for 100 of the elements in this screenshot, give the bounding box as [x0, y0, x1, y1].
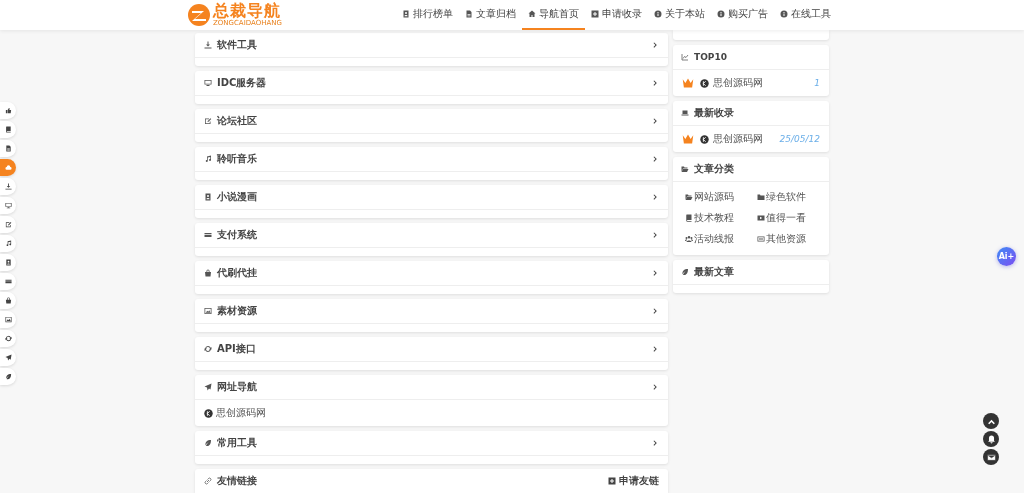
category-title[interactable]: 网址导航: [217, 380, 647, 394]
date-label: 25/05/12: [779, 134, 820, 144]
crown-icon: [682, 77, 694, 89]
line-chart-icon: [681, 53, 689, 61]
credit-card-icon: [4, 278, 12, 285]
chevron-right-icon[interactable]: [652, 231, 659, 239]
chevron-right-icon[interactable]: [652, 439, 659, 447]
category-title[interactable]: 支付系统: [217, 228, 647, 242]
nav-link[interactable]: 排行榜单: [396, 0, 459, 30]
side-nav-button[interactable]: [0, 273, 16, 290]
thumbs-up-icon: [4, 107, 12, 114]
chevron-right-icon[interactable]: [652, 117, 659, 125]
refresh-icon: [4, 335, 12, 342]
nav-link[interactable]: 导航首页: [522, 0, 585, 30]
contact-card-icon: [204, 193, 212, 201]
section-title: 文章分类: [694, 162, 734, 176]
crown-icon: [682, 133, 694, 145]
refresh-icon: [204, 345, 212, 353]
chevron-right-icon[interactable]: [652, 41, 659, 49]
side-nav-button[interactable]: [0, 368, 16, 385]
logo-icon: [187, 3, 211, 27]
paper-plane-icon: [204, 383, 212, 391]
category-link[interactable]: 网站源码: [685, 186, 734, 207]
category-title[interactable]: 聆听音乐: [217, 152, 647, 166]
contact-card-icon: [402, 10, 410, 18]
book-icon: [685, 213, 693, 222]
chevron-right-icon[interactable]: [652, 193, 659, 201]
laptop-icon: [681, 109, 689, 117]
document-icon: [4, 145, 12, 152]
category-title[interactable]: API接口: [217, 342, 647, 356]
contact-card-icon: [4, 259, 12, 266]
site-logo-icon: [700, 78, 709, 88]
folder-icon: [685, 192, 693, 201]
monitor-icon: [4, 202, 12, 209]
category-title[interactable]: 常用工具: [217, 436, 647, 450]
site-link[interactable]: 思创源码网: [713, 76, 811, 90]
site-link[interactable]: 思创源码网: [195, 400, 275, 426]
leaf-icon: [4, 373, 12, 380]
section-title: 最新文章: [694, 265, 734, 279]
category-title[interactable]: IDC服务器: [217, 76, 647, 90]
home-icon: [528, 10, 536, 18]
link-icon: [204, 477, 212, 485]
back-to-top-button[interactable]: [983, 413, 999, 429]
category-link[interactable]: 值得一看: [757, 207, 806, 228]
category-title[interactable]: 软件工具: [217, 38, 647, 52]
chevron-right-icon[interactable]: [652, 155, 659, 163]
site-link[interactable]: 思创源码网: [713, 132, 776, 146]
chevron-right-icon[interactable]: [652, 269, 659, 277]
side-nav-button[interactable]: [0, 216, 16, 233]
download-icon: [4, 183, 12, 190]
chevron-right-icon[interactable]: [652, 345, 659, 353]
shopping-bag-icon: [204, 269, 212, 277]
bell-icon: [986, 434, 996, 444]
side-nav-button[interactable]: [0, 235, 16, 252]
category-link[interactable]: 技术教程: [685, 207, 734, 228]
ai-assistant-button[interactable]: Ai+: [997, 247, 1016, 266]
side-nav-button[interactable]: [0, 292, 16, 309]
nav-link[interactable]: 在线工具: [774, 0, 837, 30]
site-logo-icon: [700, 134, 709, 144]
nav-link[interactable]: 关于本站: [648, 0, 711, 30]
side-nav-button[interactable]: [0, 140, 16, 157]
category-title[interactable]: 代刷代挂: [217, 266, 647, 280]
chevron-right-icon[interactable]: [652, 307, 659, 315]
side-nav-button[interactable]: [0, 254, 16, 271]
notification-button[interactable]: [983, 431, 999, 447]
side-nav-button[interactable]: [0, 330, 16, 347]
apply-link[interactable]: 申请友链: [608, 474, 659, 488]
category-title[interactable]: 小说漫画: [217, 190, 647, 204]
info-icon: [717, 10, 725, 18]
section-title: TOP10: [694, 52, 727, 62]
category-title[interactable]: 素材资源: [217, 304, 647, 318]
edit-icon: [4, 221, 12, 228]
category-title[interactable]: 论坛社区: [217, 114, 647, 128]
category-link[interactable]: 其他资源: [757, 228, 806, 249]
music-icon: [204, 155, 212, 163]
credit-card-icon: [204, 231, 212, 239]
side-nav-button[interactable]: [0, 121, 16, 138]
side-nav-button[interactable]: [0, 349, 16, 366]
category-link[interactable]: 活动线报: [685, 228, 734, 249]
leaf-icon: [681, 268, 689, 276]
email-button[interactable]: [983, 449, 999, 465]
chevron-right-icon[interactable]: [652, 383, 659, 391]
leaf-icon: [204, 439, 212, 447]
image-icon: [4, 316, 12, 323]
side-nav-button[interactable]: [0, 102, 16, 119]
shopping-bag-icon: [4, 297, 12, 304]
info-icon: [654, 10, 662, 18]
edit-icon: [204, 117, 212, 125]
document-icon: [465, 10, 473, 18]
folder-icon: [681, 165, 689, 173]
category-link[interactable]: 绿色软件: [757, 186, 806, 207]
monitor-icon: [204, 79, 212, 87]
music-icon: [4, 240, 12, 247]
chevron-right-icon[interactable]: [652, 79, 659, 87]
download-icon: [204, 41, 212, 49]
nav-link[interactable]: 申请收录: [585, 0, 648, 30]
nav-link[interactable]: 购买广告: [711, 0, 774, 30]
nav-link[interactable]: 文章归档: [459, 0, 522, 30]
cloud-icon: [4, 164, 12, 171]
folder-icon: [757, 192, 765, 201]
